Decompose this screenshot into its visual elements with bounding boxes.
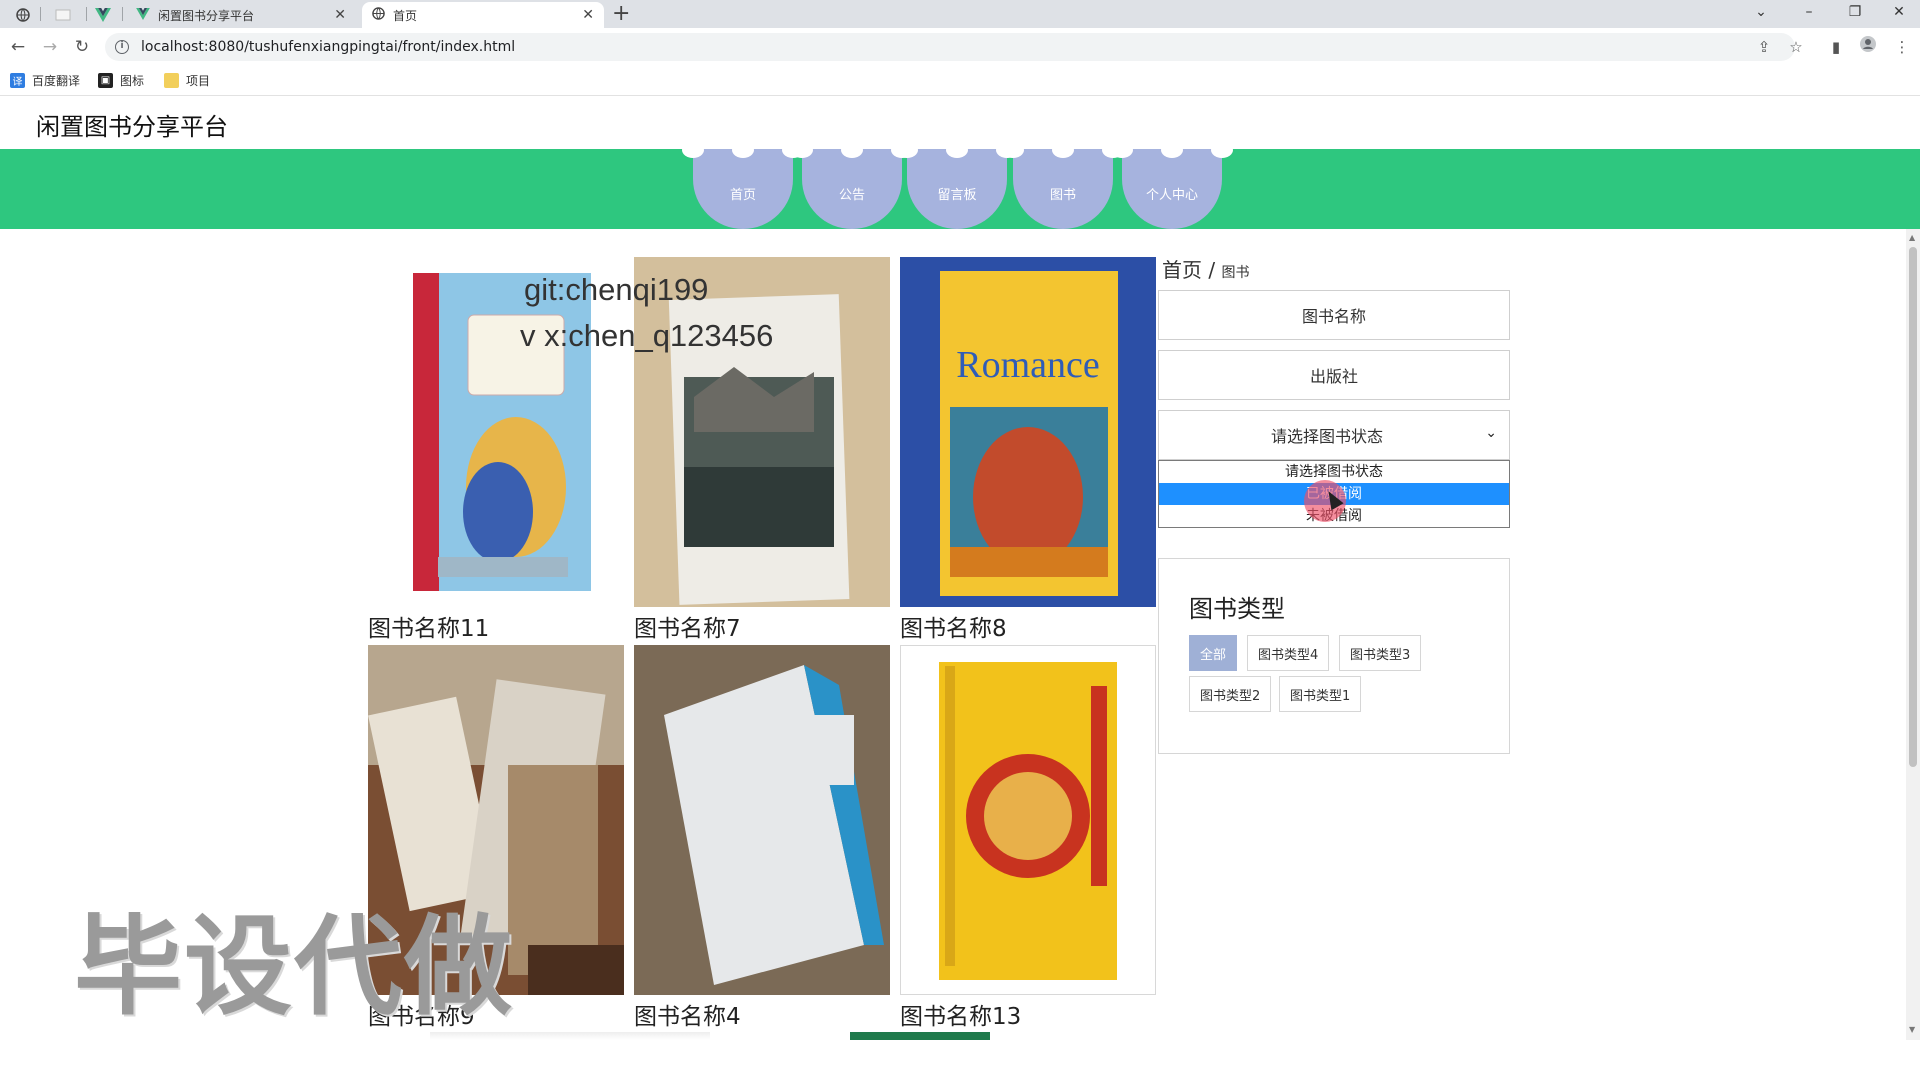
next-row-peek	[850, 1032, 990, 1040]
book-name[interactable]: 图书名称8	[900, 609, 1007, 643]
book-status-select[interactable]: 请选择图书状态 ⌄	[1158, 410, 1510, 460]
book-cover-image[interactable]: Romance	[900, 257, 1156, 607]
type-chip[interactable]: 图书类型3	[1339, 635, 1422, 671]
image-icon: ▣	[98, 73, 113, 88]
scroll-down-icon[interactable]: ▼	[1909, 1025, 1915, 1034]
scrollbar-thumb[interactable]	[1909, 247, 1917, 767]
bookmark-item[interactable]: 译 百度翻译	[10, 72, 80, 89]
vue-logo-icon	[136, 7, 150, 23]
restore-icon[interactable]: ❐	[1840, 2, 1870, 22]
nav-item-books[interactable]: 图书	[1002, 142, 1124, 229]
bookmark-item[interactable]: ▣ 图标	[98, 72, 144, 89]
book-cover-image[interactable]	[900, 645, 1156, 995]
bookmark-star-icon[interactable]: ☆	[1784, 36, 1808, 58]
tab-title: 闲置图书分享平台	[158, 8, 255, 23]
nav-item-home[interactable]: 首页	[682, 142, 804, 229]
site-title: 闲置图书分享平台	[36, 113, 228, 141]
url-text: localhost:8080/tushufenxiangpingtai/fron…	[141, 39, 516, 55]
book-name-search-input[interactable]: 图书名称	[1158, 290, 1510, 340]
close-window-icon[interactable]: ✕	[1884, 2, 1914, 22]
page-scrollbar[interactable]: ▲ ▼	[1906, 229, 1920, 1040]
watermark-text: v x:chen_q123456	[520, 318, 774, 353]
book-cover-image[interactable]	[634, 257, 890, 607]
book-cover-image[interactable]	[634, 645, 890, 995]
scroll-up-icon[interactable]: ▲	[1909, 233, 1915, 242]
close-tab-icon[interactable]: ✕	[582, 7, 594, 23]
publisher-search-input[interactable]: 出版社	[1158, 350, 1510, 400]
vue-logo-icon[interactable]	[88, 4, 118, 26]
tab-book-platform[interactable]: 闲置图书分享平台 ✕	[126, 2, 356, 28]
status-option[interactable]: 请选择图书状态	[1159, 461, 1509, 483]
breadcrumb-home[interactable]: 首页	[1162, 258, 1202, 282]
main-nav-bar: 首页 公告 留言板 图书 个人中心	[0, 142, 1920, 229]
book-type-title: 图书类型	[1189, 595, 1285, 623]
breadcrumb-current: 图书	[1221, 265, 1250, 281]
globe-icon[interactable]	[8, 4, 38, 26]
chevron-down-icon: ⌄	[1485, 425, 1497, 441]
book-name[interactable]: 图书名称7	[634, 609, 741, 643]
watermark-text: git:chenqi199	[524, 272, 709, 307]
close-tab-icon[interactable]: ✕	[334, 7, 346, 23]
book-name[interactable]: 图书名称4	[634, 997, 741, 1031]
share-icon[interactable]: ⇪	[1752, 36, 1776, 58]
minimize-icon[interactable]: –	[1794, 2, 1824, 22]
browser-tab-strip: 闲置图书分享平台 ✕ 首页 ✕ + ⌄ – ❐ ✕	[0, 0, 1920, 28]
bookmark-item[interactable]: 项目	[164, 72, 210, 89]
bookmarks-bar: 译 百度翻译 ▣ 图标 项目	[0, 66, 1920, 96]
reload-icon[interactable]: ↻	[70, 36, 94, 58]
globe-icon	[372, 7, 385, 23]
watermark-big-text: 毕设代做	[74, 905, 515, 1030]
new-tab-button[interactable]: +	[612, 1, 630, 27]
address-bar[interactable]: i localhost:8080/tushufenxiangpingtai/fr…	[105, 33, 1795, 61]
blank-page-icon[interactable]	[48, 4, 78, 26]
book-type-panel: 图书类型 全部 图书类型4 图书类型3 图书类型2 图书类型1	[1158, 558, 1510, 754]
nav-item-personal-center[interactable]: 个人中心	[1111, 142, 1233, 229]
side-panel-icon[interactable]: ▮	[1824, 36, 1848, 58]
tab-title: 首页	[393, 8, 418, 23]
type-chip[interactable]: 图书类型4	[1247, 635, 1330, 671]
type-chip[interactable]: 图书类型1	[1279, 676, 1362, 712]
type-chip[interactable]: 图书类型2	[1189, 676, 1272, 712]
forward-arrow-icon[interactable]: →	[38, 36, 62, 58]
menu-dots-icon[interactable]: ⋮	[1890, 36, 1914, 58]
nav-item-message-board[interactable]: 留言板	[896, 142, 1018, 229]
book-cover-image[interactable]	[368, 257, 624, 607]
profile-avatar-icon[interactable]	[1856, 36, 1880, 58]
breadcrumb: 首页 / 图书	[1162, 258, 1250, 282]
tab-home[interactable]: 首页 ✕	[362, 2, 604, 28]
browser-toolbar: ← → ↻ i localhost:8080/tushufenxiangping…	[0, 28, 1920, 66]
translate-icon: 译	[10, 73, 25, 88]
nav-item-notice[interactable]: 公告	[791, 142, 913, 229]
svg-text:Romance: Romance	[956, 344, 1100, 386]
book-name[interactable]: 图书名称13	[900, 997, 1021, 1031]
type-chip-all[interactable]: 全部	[1189, 635, 1238, 671]
folder-icon	[164, 73, 179, 88]
tab-search-icon[interactable]: ⌄	[1746, 2, 1776, 22]
back-arrow-icon[interactable]: ←	[6, 36, 30, 58]
site-info-icon[interactable]: i	[115, 40, 129, 54]
book-name[interactable]: 图书名称11	[368, 609, 489, 643]
